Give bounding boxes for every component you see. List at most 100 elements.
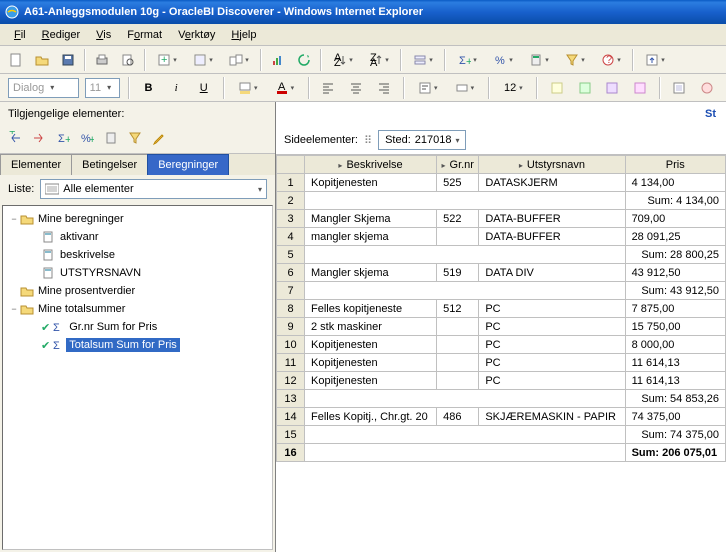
menubar: Fil Rediger Vis Format Verktøy Hjelp	[0, 24, 726, 46]
preview-icon[interactable]	[116, 48, 140, 72]
menu-rediger[interactable]: Rediger	[36, 27, 87, 43]
tree-mine-beregninger[interactable]: −Mine beregninger	[5, 210, 270, 228]
tree-beskrivelse[interactable]: beskrivelse	[5, 246, 270, 264]
menu-fil[interactable]: Fil	[8, 27, 32, 43]
sheet1-icon[interactable]: +	[150, 48, 184, 72]
group-icon[interactable]	[406, 48, 440, 72]
sted-combo[interactable]: Sted: 217018 ▾	[378, 130, 466, 150]
toolbar-main: + AZ ZA Σ+ % ?	[0, 46, 726, 74]
chart-icon[interactable]	[266, 48, 290, 72]
table-row[interactable]: 92 stk maskinerPC15 750,00	[277, 318, 726, 336]
tool3-icon[interactable]	[601, 76, 623, 100]
align-center-icon[interactable]	[345, 76, 367, 100]
add-icon[interactable]: +	[8, 131, 22, 148]
tree[interactable]: −Mine beregninger aktivanr beskrivelse U…	[2, 205, 273, 550]
tab-elementer[interactable]: Elementer	[0, 154, 72, 175]
table-row[interactable]: 6Mangler skjema519DATA DIV43 912,50	[277, 264, 726, 282]
refresh-icon[interactable]	[292, 48, 316, 72]
tree-totalsum[interactable]: ✔ΣTotalsum Sum for Pris	[5, 336, 270, 354]
sidebar-title: Tilgjengelige elementer:	[0, 102, 275, 126]
edit-icon[interactable]	[152, 131, 166, 148]
tool6-icon[interactable]	[696, 76, 718, 100]
param-icon[interactable]: ?	[594, 48, 628, 72]
wrap-icon[interactable]	[413, 76, 444, 100]
percent-icon[interactable]: %	[486, 48, 520, 72]
tree-mine-pros[interactable]: Mine prosentverdier	[5, 282, 270, 300]
export-icon[interactable]	[638, 48, 672, 72]
table-row[interactable]: 15Sum: 74 375,00	[277, 426, 726, 444]
table-row[interactable]: 8Felles kopitjeneste512PC7 875,00	[277, 300, 726, 318]
titlebar: A61-Anleggsmodulen 10g - OracleBI Discov…	[0, 0, 726, 24]
menu-format[interactable]: Format	[121, 27, 168, 43]
table-row[interactable]: 11KopitjenestenPC11 614,13	[277, 354, 726, 372]
calc-icon[interactable]	[522, 48, 556, 72]
align-right-icon[interactable]	[373, 76, 395, 100]
tree-aktivanr[interactable]: aktivanr	[5, 228, 270, 246]
sort-asc-icon[interactable]: AZ	[326, 48, 360, 72]
tool4-icon[interactable]	[629, 76, 651, 100]
svg-text:%: %	[495, 55, 505, 67]
col-beskrivelse[interactable]: Beskrivelse	[305, 156, 437, 174]
tab-beregninger[interactable]: Beregninger	[147, 154, 229, 175]
sheet3-icon[interactable]	[222, 48, 256, 72]
italic-icon[interactable]: i	[165, 76, 187, 100]
tab-betingelser[interactable]: Betingelser	[71, 154, 148, 175]
font-size-combo[interactable]: 11	[85, 78, 120, 98]
bgcolor-icon[interactable]	[233, 76, 264, 100]
sheet2-icon[interactable]	[186, 48, 220, 72]
col-pris[interactable]: Pris	[625, 156, 725, 174]
new-icon[interactable]	[4, 48, 28, 72]
filter-icon[interactable]	[558, 48, 592, 72]
sort-desc-icon[interactable]: ZA	[362, 48, 396, 72]
liste-combo[interactable]: Alle elementer	[40, 179, 267, 199]
col-utstyrsnavn[interactable]: Utstyrsnavn	[479, 156, 625, 174]
sigma-icon[interactable]: Σ+	[56, 131, 70, 148]
corner-cell[interactable]	[277, 156, 305, 174]
menu-hjelp[interactable]: Hjelp	[225, 27, 262, 43]
content-area: St Sideelementer: ⠿ Sted: 217018 ▾ Beskr…	[276, 102, 726, 552]
table-row[interactable]: 5Sum: 28 800,25	[277, 246, 726, 264]
col-grnr[interactable]: Gr.nr	[437, 156, 479, 174]
menu-vis[interactable]: Vis	[90, 27, 117, 43]
underline-icon[interactable]: U	[193, 76, 215, 100]
open-icon[interactable]	[30, 48, 54, 72]
save-icon[interactable]	[56, 48, 80, 72]
number-icon[interactable]: 123	[498, 76, 529, 100]
tree-grnr-sum[interactable]: ✔ΣGr.nr Sum for Pris	[5, 318, 270, 336]
data-grid[interactable]: Beskrivelse Gr.nr Utstyrsnavn Pris 1Kopi…	[276, 155, 726, 462]
tool1-icon[interactable]	[546, 76, 568, 100]
svg-text:+: +	[161, 54, 167, 66]
list-icon	[45, 183, 59, 195]
table-row[interactable]: 2Sum: 4 134,00	[277, 192, 726, 210]
table-row[interactable]: 10KopitjenestenPC8 000,00	[277, 336, 726, 354]
sum-icon[interactable]: Σ+	[450, 48, 484, 72]
table-row[interactable]: 16Sum: 206 075,01	[277, 444, 726, 462]
pct-icon[interactable]: %+	[80, 131, 94, 148]
table-row[interactable]: 4mangler skjemaDATA-BUFFER28 091,25	[277, 228, 726, 246]
tool5-icon[interactable]	[669, 76, 691, 100]
liste-label: Liste:	[8, 183, 34, 195]
tool2-icon[interactable]	[574, 76, 596, 100]
filter2-icon[interactable]	[128, 131, 142, 148]
merge-icon[interactable]	[449, 76, 480, 100]
svg-text:Σ: Σ	[459, 55, 466, 67]
tree-mine-tot[interactable]: −Mine totalsummer	[5, 300, 270, 318]
tree-utstyrsnavn[interactable]: UTSTYRSNAVN	[5, 264, 270, 282]
content-link[interactable]: St	[276, 102, 726, 126]
svg-text:+: +	[65, 134, 70, 145]
svg-text:Z: Z	[334, 57, 341, 67]
calc2-icon[interactable]	[104, 131, 118, 148]
table-row[interactable]: 12KopitjenestenPC11 614,13	[277, 372, 726, 390]
table-row[interactable]: 14Felles Kopitj., Chr.gt. 20486SKJÆREMAS…	[277, 408, 726, 426]
table-row[interactable]: 1Kopitjenesten525DATASKJERM4 134,00	[277, 174, 726, 192]
fontcolor-icon[interactable]: A	[269, 76, 300, 100]
bold-icon[interactable]: B	[138, 76, 160, 100]
table-row[interactable]: 13Sum: 54 853,26	[277, 390, 726, 408]
font-name-combo[interactable]: Dialog	[8, 78, 79, 98]
remove-icon[interactable]	[32, 131, 46, 148]
align-left-icon[interactable]	[318, 76, 340, 100]
print-icon[interactable]	[90, 48, 114, 72]
table-row[interactable]: 7Sum: 43 912,50	[277, 282, 726, 300]
table-row[interactable]: 3Mangler Skjema522DATA-BUFFER709,00	[277, 210, 726, 228]
menu-verktoy[interactable]: Verktøy	[172, 27, 221, 43]
